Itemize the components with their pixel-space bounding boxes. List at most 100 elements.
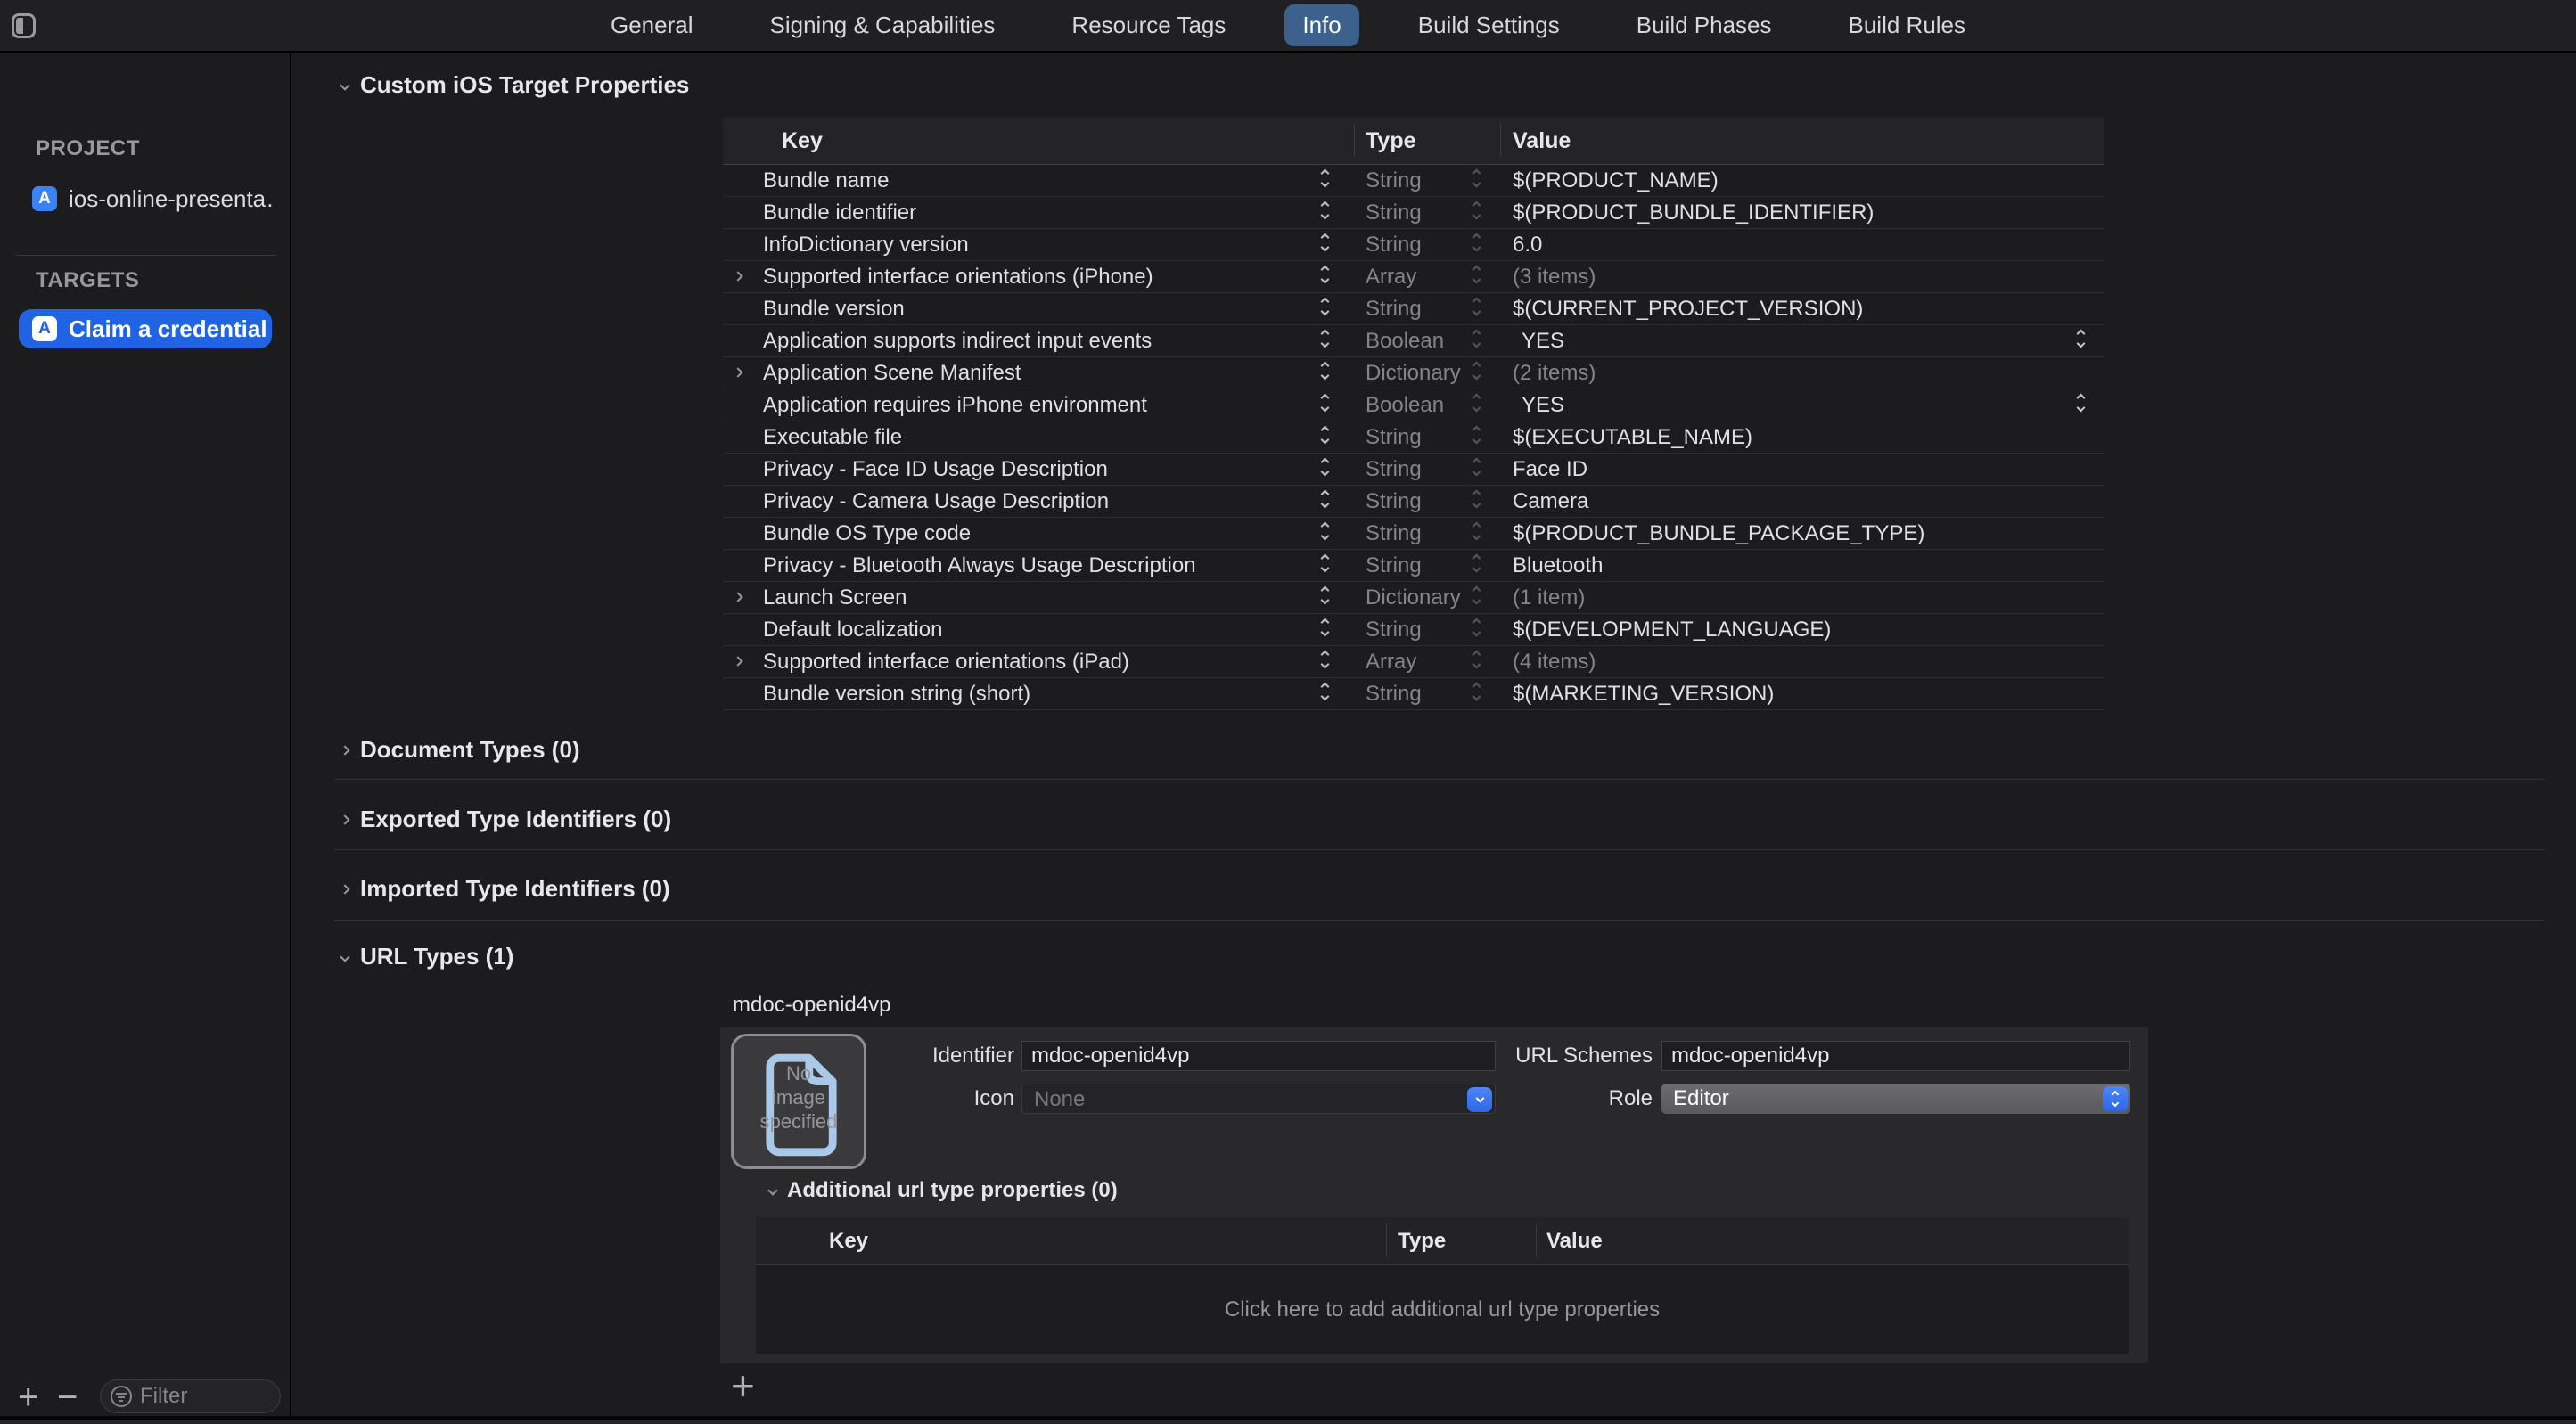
type-stepper[interactable] bbox=[1473, 427, 1480, 443]
type-stepper[interactable] bbox=[1473, 459, 1480, 475]
disclosure-chevron-icon[interactable] bbox=[733, 271, 742, 281]
row-type: String bbox=[1366, 297, 1422, 322]
plist-row[interactable]: Bundle nameString$(PRODUCT_NAME) bbox=[723, 165, 2104, 197]
key-stepper[interactable] bbox=[1322, 427, 1328, 443]
add-url-type-button[interactable]: + bbox=[731, 1362, 755, 1410]
row-type: String bbox=[1366, 553, 1422, 578]
column-divider bbox=[1536, 1224, 1537, 1257]
row-value: (4 items) bbox=[1513, 650, 1596, 675]
row-type: String bbox=[1366, 618, 1422, 642]
type-stepper[interactable] bbox=[1473, 202, 1480, 218]
sidebar-item-target[interactable]: A Claim a credential t… bbox=[19, 309, 272, 348]
plist-row[interactable]: Default localizationString$(DEVELOPMENT_… bbox=[723, 614, 2104, 646]
key-stepper[interactable] bbox=[1322, 651, 1328, 667]
tab-general[interactable]: General bbox=[593, 4, 711, 46]
type-stepper[interactable] bbox=[1473, 619, 1480, 635]
key-stepper[interactable] bbox=[1322, 202, 1328, 218]
chevron-right-icon bbox=[340, 814, 349, 824]
custom-properties-header[interactable]: Custom iOS Target Properties bbox=[341, 71, 689, 99]
tab-resource-tags[interactable]: Resource Tags bbox=[1054, 4, 1243, 46]
section-document-types[interactable]: Document Types (0) bbox=[341, 736, 580, 764]
key-stepper[interactable] bbox=[1322, 170, 1328, 186]
key-stepper[interactable] bbox=[1322, 587, 1328, 603]
type-stepper[interactable] bbox=[1473, 587, 1480, 603]
key-stepper[interactable] bbox=[1322, 331, 1328, 347]
url-schemes-input[interactable] bbox=[1661, 1041, 2130, 1071]
type-stepper[interactable] bbox=[1473, 523, 1480, 539]
row-value: YES bbox=[1522, 393, 1564, 418]
filter-input[interactable] bbox=[140, 1384, 256, 1409]
tab-build-phases[interactable]: Build Phases bbox=[1619, 4, 1790, 46]
tab-signing-capabilities[interactable]: Signing & Capabilities bbox=[751, 4, 1013, 46]
tab-build-rules[interactable]: Build Rules bbox=[1831, 4, 1984, 46]
plist-row[interactable]: Launch ScreenDictionary(1 item) bbox=[723, 582, 2104, 614]
additional-url-type-properties-header[interactable]: Additional url type properties (0) bbox=[769, 1178, 1118, 1203]
icon-popup[interactable]: None bbox=[1021, 1084, 1496, 1114]
add-additional-properties-link[interactable]: Click here to add additional url type pr… bbox=[1225, 1297, 1660, 1322]
type-stepper[interactable] bbox=[1473, 331, 1480, 347]
type-stepper[interactable] bbox=[1473, 299, 1480, 315]
plist-row[interactable]: Bundle version string (short)String$(MAR… bbox=[723, 678, 2104, 710]
column-header-key: Key bbox=[829, 1229, 868, 1254]
section-imported-type-identifiers[interactable]: Imported Type Identifiers (0) bbox=[341, 875, 670, 903]
plist-row[interactable]: Supported interface orientations (iPad)A… bbox=[723, 646, 2104, 678]
filter-field[interactable] bbox=[100, 1379, 281, 1413]
section-title: URL Types (1) bbox=[360, 943, 513, 970]
plist-row[interactable]: Bundle OS Type codeString$(PRODUCT_BUNDL… bbox=[723, 518, 2104, 550]
plist-row[interactable]: Application supports indirect input even… bbox=[723, 325, 2104, 357]
additional-properties-table: Key Type Value Click here to add additio… bbox=[756, 1217, 2129, 1354]
key-stepper[interactable] bbox=[1322, 395, 1328, 411]
disclosure-chevron-icon[interactable] bbox=[733, 592, 742, 602]
key-stepper[interactable] bbox=[1322, 234, 1328, 250]
key-stepper[interactable] bbox=[1322, 299, 1328, 315]
key-stepper[interactable] bbox=[1322, 683, 1328, 700]
plist-row[interactable]: Supported interface orientations (iPhone… bbox=[723, 261, 2104, 293]
type-stepper[interactable] bbox=[1473, 555, 1480, 571]
sidebar-item-project[interactable]: A ios-online-presenta… bbox=[19, 179, 272, 218]
additional-table-empty-area[interactable]: Click here to add additional url type pr… bbox=[756, 1265, 2129, 1354]
plist-row[interactable]: Privacy - Bluetooth Always Usage Descrip… bbox=[723, 550, 2104, 582]
plist-row[interactable]: InfoDictionary versionString6.0 bbox=[723, 229, 2104, 261]
section-url-types[interactable]: URL Types (1) bbox=[341, 943, 513, 970]
type-stepper[interactable] bbox=[1473, 651, 1480, 667]
type-stepper[interactable] bbox=[1473, 491, 1480, 507]
plist-row[interactable]: Application requires iPhone environmentB… bbox=[723, 389, 2104, 421]
key-stepper[interactable] bbox=[1322, 523, 1328, 539]
key-stepper[interactable] bbox=[1322, 363, 1328, 379]
target-name: Claim a credential t… bbox=[69, 315, 272, 343]
type-stepper[interactable] bbox=[1473, 266, 1480, 282]
disclosure-chevron-icon[interactable] bbox=[733, 367, 742, 377]
role-popup[interactable]: Editor bbox=[1661, 1084, 2130, 1114]
plist-row[interactable]: Privacy - Face ID Usage DescriptionStrin… bbox=[723, 454, 2104, 486]
key-stepper[interactable] bbox=[1322, 459, 1328, 475]
plist-row[interactable]: Bundle versionString$(CURRENT_PROJECT_VE… bbox=[723, 293, 2104, 325]
key-stepper[interactable] bbox=[1322, 619, 1328, 635]
key-stepper[interactable] bbox=[1322, 555, 1328, 571]
value-popup-stepper[interactable] bbox=[2078, 395, 2084, 411]
disclosure-chevron-icon[interactable] bbox=[733, 656, 742, 666]
plist-row[interactable]: Privacy - Camera Usage DescriptionString… bbox=[723, 486, 2104, 518]
type-stepper[interactable] bbox=[1473, 363, 1480, 379]
tab-info[interactable]: Info bbox=[1284, 4, 1358, 46]
plist-row[interactable]: Executable fileString$(EXECUTABLE_NAME) bbox=[723, 421, 2104, 454]
type-stepper[interactable] bbox=[1473, 170, 1480, 186]
tab-build-settings[interactable]: Build Settings bbox=[1400, 4, 1578, 46]
section-exported-type-identifiers[interactable]: Exported Type Identifiers (0) bbox=[341, 806, 671, 833]
plist-row[interactable]: Bundle identifierString$(PRODUCT_BUNDLE_… bbox=[723, 197, 2104, 229]
key-stepper[interactable] bbox=[1322, 491, 1328, 507]
plist-row[interactable]: Application Scene ManifestDictionary(2 i… bbox=[723, 357, 2104, 389]
section-title: Exported Type Identifiers (0) bbox=[360, 806, 671, 833]
url-type-image-well[interactable]: No image specified bbox=[731, 1034, 866, 1169]
type-stepper[interactable] bbox=[1473, 234, 1480, 250]
key-stepper[interactable] bbox=[1322, 266, 1328, 282]
remove-target-button[interactable]: − bbox=[57, 1374, 78, 1420]
value-popup-stepper[interactable] bbox=[2078, 331, 2084, 347]
popup-stepper-button[interactable] bbox=[2103, 1086, 2128, 1111]
app-store-icon: A bbox=[32, 186, 57, 211]
additional-title: Additional url type properties (0) bbox=[787, 1178, 1118, 1203]
type-stepper[interactable] bbox=[1473, 683, 1480, 700]
type-stepper[interactable] bbox=[1473, 395, 1480, 411]
add-target-button[interactable]: + bbox=[18, 1374, 38, 1420]
row-type: String bbox=[1366, 682, 1422, 707]
identifier-input[interactable] bbox=[1021, 1041, 1496, 1071]
